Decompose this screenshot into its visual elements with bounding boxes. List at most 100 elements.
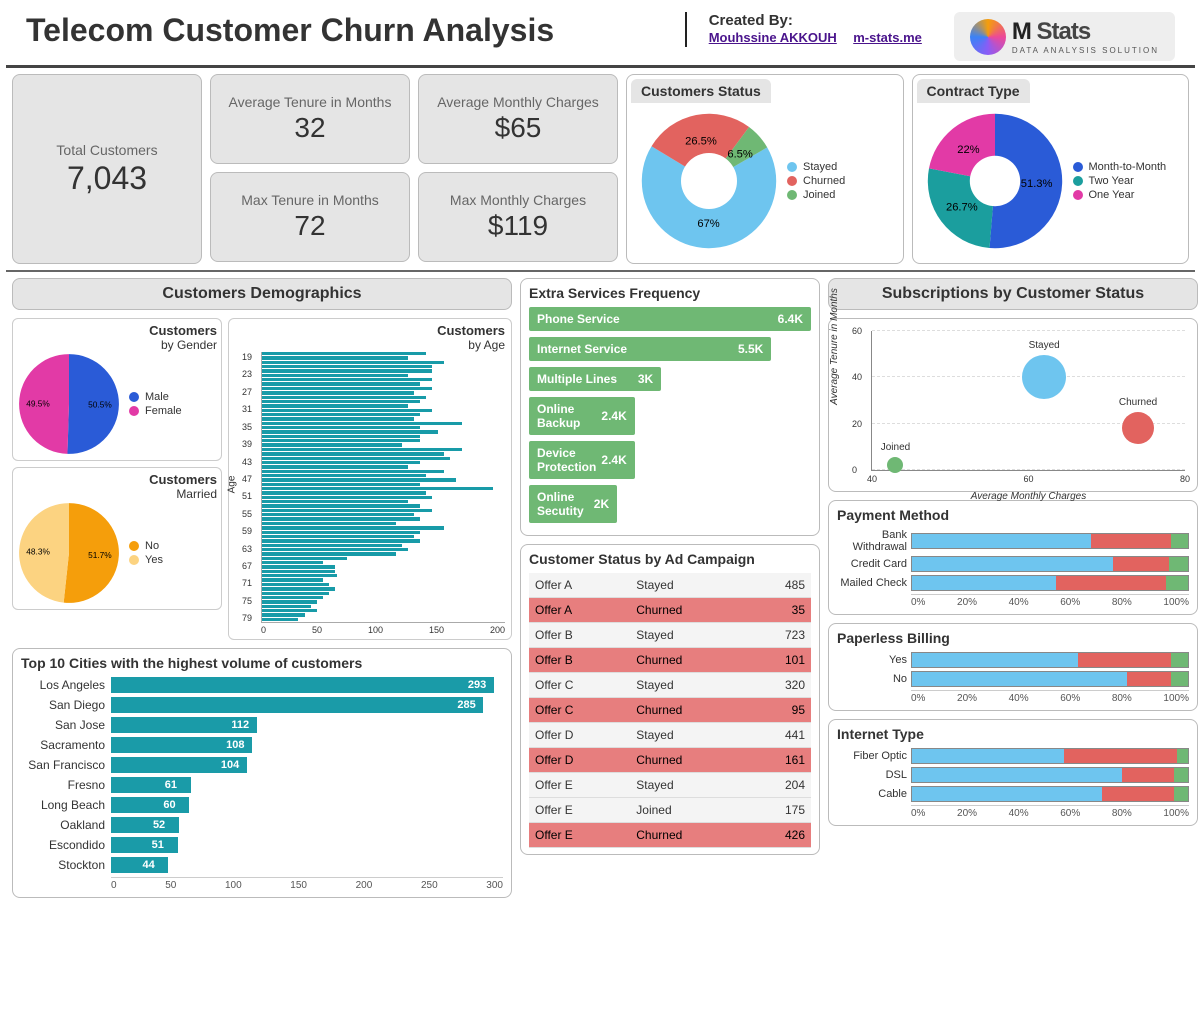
legend-item: Male: [129, 391, 182, 403]
legend-item: One Year: [1073, 189, 1167, 201]
stack-row: Fiber Optic: [837, 748, 1189, 764]
ad-row: Offer BStayed723: [529, 623, 811, 648]
svg-text:26.7%: 26.7%: [945, 201, 977, 213]
services-title: Extra Services Frequency: [529, 285, 811, 301]
stack-row: DSL: [837, 767, 1189, 783]
legend-item: Female: [129, 405, 182, 417]
city-bar-row: Escondido 51: [21, 837, 503, 853]
service-bar: Online Secutity2K: [529, 485, 811, 523]
author-link[interactable]: Mouhssine AKKOUH: [709, 30, 837, 45]
status-donut-chart: 67% 26.5% 6.5%: [639, 111, 779, 251]
city-bar-row: Fresno 61: [21, 777, 503, 793]
svg-text:49.5%: 49.5%: [26, 399, 50, 409]
services-panel: Extra Services Frequency Phone Service6.…: [520, 278, 820, 536]
city-bar-row: San Diego 285: [21, 697, 503, 713]
svg-text:48.3%: 48.3%: [26, 546, 50, 556]
ad-row: Offer CStayed320: [529, 673, 811, 698]
service-bar: Device Protection2.4K: [529, 441, 811, 479]
svg-text:26.5%: 26.5%: [685, 135, 717, 147]
age-x-axis: 050100150200: [261, 622, 505, 635]
svg-text:6.5%: 6.5%: [727, 148, 753, 160]
demographics-header: Customers Demographics: [12, 278, 512, 310]
city-bar-row: San Francisco 104: [21, 757, 503, 773]
scatter-point: [887, 457, 903, 473]
ad-row: Offer DStayed441: [529, 723, 811, 748]
contract-donut-title: Contract Type: [917, 79, 1030, 103]
ad-row: Offer EStayed204: [529, 773, 811, 798]
svg-text:51.3%: 51.3%: [1020, 178, 1052, 190]
svg-text:22%: 22%: [957, 144, 979, 156]
site-link[interactable]: m-stats.me: [853, 30, 922, 45]
stack-row: No: [837, 671, 1189, 687]
kpi-max-tenure: Max Tenure in Months72: [210, 172, 410, 262]
scatter-point: [1122, 412, 1154, 444]
svg-text:51.7%: 51.7%: [88, 550, 112, 560]
married-pie-chart: 51.7% 48.3%: [17, 501, 121, 605]
married-pie-card: CustomersMarried 51.7%48.3% NoYes: [12, 467, 222, 610]
stack-row: Bank Withdrawal: [837, 529, 1189, 553]
col-mid: Extra Services Frequency Phone Service6.…: [520, 278, 820, 898]
ad-row: Offer EJoined175: [529, 798, 811, 823]
gender-pie-chart: 50.5% 49.5%: [17, 352, 121, 456]
col-right: Subscriptions by Customer Status Average…: [828, 278, 1198, 898]
gender-legend: Male Female: [129, 389, 182, 419]
age-histogram: 19232731353943475155596367717579: [261, 352, 505, 622]
header: Telecom Customer Churn Analysis Created …: [6, 6, 1195, 68]
ad-row: Offer DChurned161: [529, 748, 811, 773]
logo-tagline: DATA ANALYSIS SOLUTION: [1012, 46, 1159, 55]
svg-text:50.5%: 50.5%: [88, 400, 112, 410]
svg-text:67%: 67%: [697, 218, 719, 230]
legend-item: No: [129, 540, 163, 552]
internet-panel: Internet Type Fiber Optic DSL Cable 0%20…: [828, 719, 1198, 826]
contract-donut-card: Contract Type 51.3%26.7%22% Month-to-Mon…: [912, 74, 1190, 264]
contract-donut-legend: Month-to-MonthTwo YearOne Year: [1073, 159, 1167, 203]
payment-panel: Payment Method Bank Withdrawal Credit Ca…: [828, 500, 1198, 615]
ad-row: Offer EChurned426: [529, 823, 811, 848]
city-bar-row: Stockton 44: [21, 857, 503, 873]
ad-table: Offer AStayed485Offer AChurned35Offer BS…: [529, 573, 811, 848]
service-bar: Online Backup2.4K: [529, 397, 811, 435]
ad-campaign-panel: Customer Status by Ad Campaign Offer ASt…: [520, 544, 820, 855]
city-bar-row: San Jose 112: [21, 717, 503, 733]
ad-row: Offer BChurned101: [529, 648, 811, 673]
gender-pie-card: Customersby Gender 50.5%49.5% MaleFemale: [12, 318, 222, 461]
service-bar: Internet Service5.5K: [529, 337, 811, 361]
dashboard: Telecom Customer Churn Analysis Created …: [0, 0, 1201, 904]
contract-donut-chart: 51.3% 26.7% 22%: [925, 111, 1065, 251]
paperless-panel: Paperless Billing Yes No 0%20%40%60%80%1…: [828, 623, 1198, 711]
stack-row: Credit Card: [837, 556, 1189, 572]
legend-item: Joined: [787, 189, 845, 201]
page-title: Telecom Customer Churn Analysis: [26, 12, 685, 49]
married-legend: NoYes: [129, 538, 163, 568]
subs-header: Subscriptions by Customer Status: [828, 278, 1198, 310]
kpi-avg-tenure: Average Tenure in Months32: [210, 74, 410, 164]
stack-row: Cable: [837, 786, 1189, 802]
status-donut-legend: StayedChurnedJoined: [787, 159, 845, 203]
ad-title: Customer Status by Ad Campaign: [529, 551, 811, 567]
kpi-total-customers: Total Customers 7,043: [12, 74, 202, 264]
kpi-row: Total Customers 7,043 Average Tenure in …: [6, 74, 1195, 272]
cities-axis: 050100150200250300: [111, 877, 503, 891]
cities-bars: Los Angeles 293 San Diego 285 San Jose 1…: [21, 677, 503, 873]
city-bar-row: Long Beach 60: [21, 797, 503, 813]
col-left: Customers Demographics Customersby Gende…: [12, 278, 512, 898]
kpi-max-charges: Max Monthly Charges$119: [418, 172, 618, 262]
scatter-point: [1022, 355, 1066, 399]
ad-row: Offer AChurned35: [529, 598, 811, 623]
logo-icon: [970, 19, 1006, 55]
city-bar-row: Sacramento 108: [21, 737, 503, 753]
main-grid: Customers Demographics Customersby Gende…: [6, 278, 1195, 898]
ad-row: Offer CChurned95: [529, 698, 811, 723]
city-bar-row: Oakland 52: [21, 817, 503, 833]
legend-item: Two Year: [1073, 175, 1167, 187]
brand-logo: M M StatsStats DATA ANALYSIS SOLUTION: [954, 12, 1175, 61]
status-donut-card: Customers Status 67%26.5%6.5% StayedChur…: [626, 74, 904, 264]
legend-item: Churned: [787, 175, 845, 187]
subs-scatter: Average Tenure in Months Average Monthly…: [871, 331, 1185, 471]
stack-row: Mailed Check: [837, 575, 1189, 591]
created-by-label: Created By:: [709, 12, 934, 29]
kpi-avg-charges: Average Monthly Charges$65: [418, 74, 618, 164]
ad-row: Offer AStayed485: [529, 573, 811, 598]
city-bar-row: Los Angeles 293: [21, 677, 503, 693]
cities-panel: Top 10 Cities with the highest volume of…: [12, 648, 512, 898]
